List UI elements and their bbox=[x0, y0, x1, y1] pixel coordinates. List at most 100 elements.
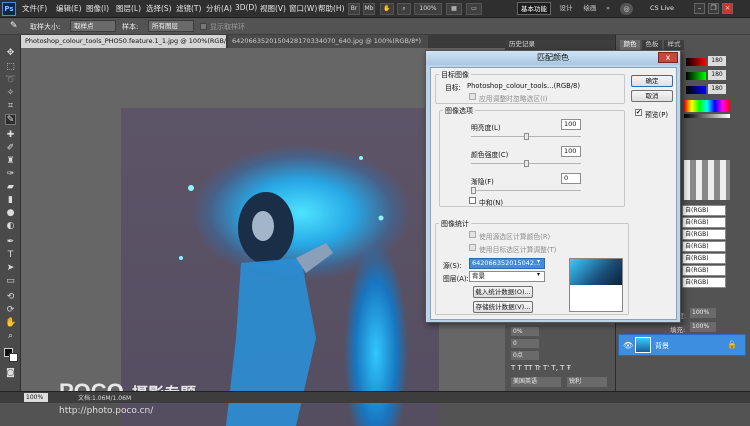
luminance-input[interactable]: 100 bbox=[561, 119, 581, 130]
ok-button[interactable]: 确定 bbox=[631, 75, 673, 87]
tab-color[interactable]: 颜色 bbox=[620, 40, 640, 50]
menu-3d[interactable]: 3D(D) bbox=[235, 3, 257, 12]
red-slider[interactable] bbox=[686, 58, 706, 66]
language-select[interactable]: 美国英语 bbox=[511, 377, 561, 387]
close-icon[interactable]: × bbox=[722, 3, 733, 14]
tracking-field[interactable]: 0% bbox=[511, 327, 539, 336]
workspace-more-icon[interactable]: » bbox=[602, 2, 614, 15]
sample-select[interactable]: 所有图层 bbox=[148, 20, 194, 32]
preview-checkbox[interactable]: ✔ bbox=[635, 109, 642, 116]
path-select-tool-icon[interactable]: ➤ bbox=[5, 263, 16, 274]
list-item[interactable]: 自(RGB) bbox=[682, 229, 726, 240]
shape-tool-icon[interactable]: ▭ bbox=[5, 276, 16, 287]
tab-642066[interactable]: 6420663520150428170334070_640.jpg @ 100%… bbox=[228, 35, 428, 48]
arrange-docs-icon[interactable]: ▦ bbox=[446, 3, 462, 15]
lasso-tool-icon[interactable]: ➰ bbox=[5, 75, 16, 86]
blur-tool-icon[interactable]: ● bbox=[5, 208, 16, 219]
background-color[interactable] bbox=[9, 353, 18, 362]
minibridge-icon[interactable]: Mb bbox=[363, 3, 375, 15]
luminance-slider-thumb[interactable] bbox=[524, 133, 529, 140]
clone-stamp-tool-icon[interactable]: ♜ bbox=[5, 156, 16, 167]
eyedropper-tool-icon[interactable]: ✎ bbox=[5, 114, 16, 125]
ignore-selection-checkbox[interactable] bbox=[469, 93, 476, 100]
styles-swatches[interactable] bbox=[684, 160, 730, 200]
red-value[interactable]: 180 bbox=[708, 56, 726, 66]
menu-filter[interactable]: 滤镜(T) bbox=[176, 3, 201, 14]
green-value[interactable]: 180 bbox=[708, 70, 726, 80]
tab-photoshop-colour-tools[interactable]: Photoshop_colour_tools_PHO50.feature.1_1… bbox=[21, 35, 226, 48]
intensity-slider-thumb[interactable] bbox=[524, 160, 529, 167]
workspace-painting[interactable]: 绘画 bbox=[579, 2, 601, 15]
cs-live-button[interactable]: CS Live bbox=[650, 4, 674, 12]
healing-tool-icon[interactable]: ✚ bbox=[5, 130, 16, 141]
list-item[interactable]: 自(RGB) bbox=[682, 277, 726, 288]
color-ramp[interactable] bbox=[684, 100, 730, 112]
opacity-field[interactable]: 100% bbox=[690, 308, 716, 318]
move-tool-icon[interactable]: ✥ bbox=[5, 48, 16, 59]
menu-file[interactable]: 文件(F) bbox=[22, 3, 47, 14]
hand-tool-icon[interactable]: ✋ bbox=[5, 318, 16, 329]
chevron-down-icon[interactable]: ▾ bbox=[537, 258, 545, 265]
list-item[interactable]: 自(RGB) bbox=[682, 205, 726, 216]
screen-mode-icon[interactable]: ▭ bbox=[466, 3, 482, 15]
fill-field[interactable]: 100% bbox=[690, 322, 716, 332]
cancel-button[interactable]: 取消 bbox=[631, 90, 673, 102]
3d-rotate-tool-icon[interactable]: ⟲ bbox=[5, 292, 16, 303]
kerning-field[interactable]: 0 bbox=[511, 339, 539, 348]
eraser-tool-icon[interactable]: ▰ bbox=[5, 182, 16, 193]
type-tool-icon[interactable]: T bbox=[5, 250, 16, 261]
fade-input[interactable]: 0 bbox=[561, 173, 581, 184]
eyedropper-icon[interactable]: ✎ bbox=[10, 21, 18, 31]
hand-icon[interactable]: ✋ bbox=[380, 3, 394, 15]
gradient-tool-icon[interactable]: ▮ bbox=[5, 195, 16, 206]
layer-row-background[interactable]: 👁 背景 🔒 bbox=[618, 334, 746, 356]
history-tab[interactable]: 历史记录 bbox=[505, 40, 615, 50]
marquee-tool-icon[interactable]: ⬚ bbox=[5, 62, 16, 73]
quick-select-tool-icon[interactable]: ✧ bbox=[5, 88, 16, 99]
tab-styles[interactable]: 样式 bbox=[664, 40, 684, 50]
menu-select[interactable]: 选择(S) bbox=[146, 3, 172, 14]
gray-ramp[interactable] bbox=[684, 114, 730, 118]
list-item[interactable]: 自(RGB) bbox=[682, 253, 726, 264]
antialias-select[interactable]: 锐利 bbox=[567, 377, 607, 387]
status-zoom[interactable]: 100% bbox=[24, 393, 48, 402]
history-brush-tool-icon[interactable]: ✑ bbox=[5, 169, 16, 180]
eye-icon[interactable]: 👁 bbox=[623, 341, 633, 350]
intensity-input[interactable]: 100 bbox=[561, 146, 581, 157]
source-select[interactable]: 642066352015042... bbox=[469, 258, 545, 269]
save-statistics-button[interactable]: 存储统计数据(V)... bbox=[473, 301, 533, 313]
3d-orbit-tool-icon[interactable]: ⟳ bbox=[5, 305, 16, 316]
quick-mask-icon[interactable]: ◙ bbox=[5, 368, 16, 379]
search-help-icon[interactable]: ◎ bbox=[620, 3, 633, 15]
type-style-buttons[interactable]: T T TT Tr T' T, T Ŧ bbox=[511, 364, 601, 373]
blue-slider[interactable] bbox=[686, 86, 706, 94]
list-item[interactable]: 自(RGB) bbox=[682, 241, 726, 252]
fade-slider[interactable] bbox=[471, 190, 581, 191]
baseline-field[interactable]: 0点 bbox=[511, 351, 539, 360]
zoom-level[interactable]: 100% bbox=[414, 3, 442, 15]
menu-layer[interactable]: 图层(L) bbox=[116, 3, 141, 14]
layer-name[interactable]: 背景 bbox=[655, 341, 669, 351]
workspace-essentials[interactable]: 基本功能 bbox=[517, 2, 551, 15]
neutralize-checkbox[interactable] bbox=[469, 197, 476, 204]
menu-help[interactable]: 帮助(H) bbox=[318, 3, 345, 14]
dodge-tool-icon[interactable]: ◐ bbox=[5, 221, 16, 232]
zoom-tool-icon-2[interactable]: ⌕ bbox=[5, 331, 16, 342]
list-item[interactable]: 自(RGB) bbox=[682, 217, 726, 228]
minimize-icon[interactable]: – bbox=[694, 3, 705, 14]
pen-tool-icon[interactable]: ✒ bbox=[5, 237, 16, 248]
use-source-selection-checkbox[interactable] bbox=[469, 231, 476, 238]
menu-window[interactable]: 窗口(W) bbox=[289, 3, 317, 14]
bridge-icon[interactable]: Br bbox=[348, 3, 360, 15]
restore-icon[interactable]: ❐ bbox=[708, 3, 719, 14]
menu-edit[interactable]: 编辑(E) bbox=[56, 3, 82, 14]
workspace-design[interactable]: 设计 bbox=[555, 2, 577, 15]
green-slider[interactable] bbox=[686, 72, 706, 80]
crop-tool-icon[interactable]: ⌗ bbox=[5, 101, 16, 112]
load-statistics-button[interactable]: 载入统计数据(O)... bbox=[473, 286, 533, 298]
tab-swatches[interactable]: 色板 bbox=[642, 40, 662, 50]
fade-slider-thumb[interactable] bbox=[471, 187, 476, 194]
sample-size-select[interactable]: 取样点 bbox=[70, 20, 116, 32]
list-item[interactable]: 自(RGB) bbox=[682, 265, 726, 276]
menu-view[interactable]: 视图(V) bbox=[260, 3, 286, 14]
